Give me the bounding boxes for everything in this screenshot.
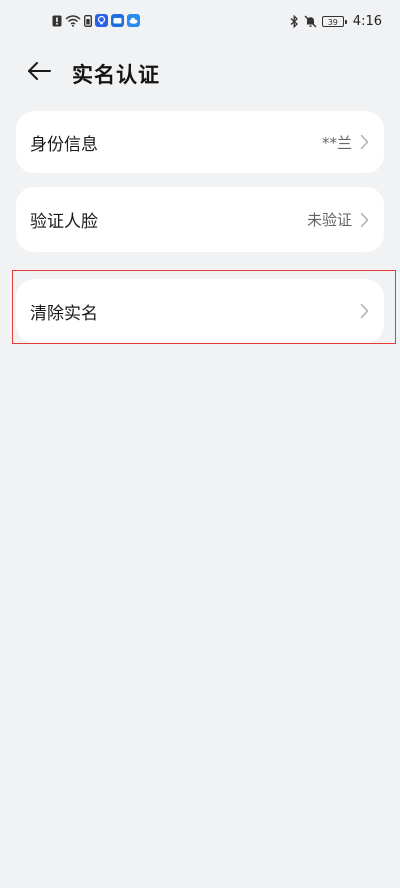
page-title: 实名认证	[72, 63, 160, 87]
status-bar-right: 39 4:16	[290, 14, 382, 29]
status-time: 4:16	[352, 14, 382, 29]
chevron-right-icon	[358, 211, 370, 229]
chevron-right-icon	[358, 302, 370, 320]
face-verification-status: 未验证	[306, 211, 352, 229]
face-verification-row[interactable]: 验证人脸 未验证	[16, 187, 384, 252]
back-button[interactable]	[24, 58, 54, 88]
wifi-icon	[65, 14, 81, 27]
sim-icon	[84, 14, 92, 27]
app-notification-icon	[95, 14, 108, 27]
face-verification-label: 验证人脸	[30, 212, 98, 232]
alert-icon	[52, 15, 62, 27]
message-app-icon	[111, 14, 124, 27]
mute-bell-icon	[304, 15, 317, 28]
battery-icon: 39	[321, 16, 347, 27]
clear-real-name-label: 清除实名	[30, 303, 98, 324]
chevron-right-icon	[358, 133, 370, 151]
identity-info-row[interactable]: 身份信息 **兰	[16, 111, 384, 173]
identity-info-value: **兰	[321, 133, 352, 152]
header: 实名认证	[0, 52, 400, 92]
bluetooth-icon	[290, 15, 299, 28]
status-bar-left	[52, 14, 140, 27]
identity-info-label: 身份信息	[30, 134, 98, 155]
clear-real-name-row[interactable]: 清除实名	[16, 279, 384, 343]
status-bar: 39 4:16	[0, 0, 400, 44]
cloud-app-icon	[127, 14, 140, 27]
back-arrow-icon	[27, 62, 51, 84]
